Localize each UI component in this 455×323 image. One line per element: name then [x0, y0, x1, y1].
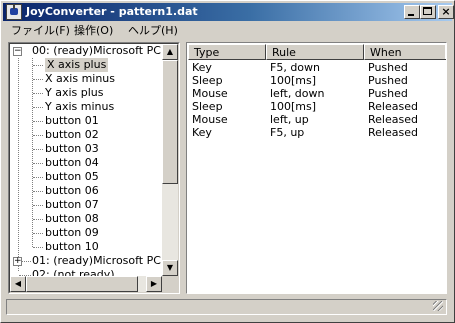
arrow-left-icon: ◀ [14, 279, 22, 288]
menu-bar: ファイル(F) 操作(O) ヘルプ(H) [3, 22, 452, 40]
tree-connector [33, 121, 43, 122]
device-tree-frame: − 00: (ready)Microsoft PC ジ X axis plus X… [9, 43, 179, 293]
maximize-button[interactable] [420, 5, 436, 19]
tree-connector [33, 93, 43, 94]
tree-item-button-04[interactable]: button 04 [45, 156, 99, 170]
menu-operation[interactable]: 操作(O) [74, 24, 113, 38]
tree-item-x-axis-plus[interactable]: X axis plus [45, 58, 109, 72]
tree-item-y-axis-plus[interactable]: Y axis plus [45, 86, 104, 100]
menu-help[interactable]: ヘルプ(H) [128, 24, 178, 38]
joystick-icon[interactable] [6, 4, 22, 20]
cell-type: Sleep [192, 100, 223, 113]
cell-type: Key [192, 126, 212, 139]
close-icon: × [441, 5, 451, 18]
list-item[interactable]: Sleep 100[ms] Pushed [188, 74, 445, 87]
cell-when: Pushed [368, 74, 408, 87]
minimize-button[interactable] [404, 5, 420, 19]
cell-type: Key [192, 61, 212, 74]
tree-item-device-01[interactable]: 01: (ready)Microsoft PC ジ [32, 254, 175, 268]
tree-connector [33, 219, 43, 220]
scroll-down-button[interactable]: ▼ [162, 260, 178, 276]
tree-connector [33, 107, 43, 108]
tree-connector [33, 233, 43, 234]
maximize-icon [423, 7, 432, 15]
close-button[interactable]: × [438, 5, 454, 19]
tree-item-button-10[interactable]: button 10 [45, 240, 99, 254]
tree-item-y-axis-minus[interactable]: Y axis minus [45, 100, 114, 114]
scroll-left-button[interactable]: ◀ [10, 276, 26, 292]
arrow-up-icon: ▲ [166, 47, 174, 56]
cell-rule: left, up [270, 113, 309, 126]
tree-connector [33, 79, 43, 80]
arrow-right-icon: ▶ [150, 279, 158, 288]
list-header: Type Rule When [188, 44, 446, 60]
tree-connector [33, 205, 43, 206]
minimize-icon [408, 14, 414, 16]
status-bar [6, 299, 447, 315]
tree-connector [33, 163, 43, 164]
expander-device-01[interactable]: + [13, 257, 22, 266]
column-header-rule[interactable]: Rule [266, 44, 364, 60]
tree-item-button-06[interactable]: button 06 [45, 184, 99, 198]
tree-item-x-axis-minus[interactable]: X axis minus [45, 72, 115, 86]
tree-item-button-01[interactable]: button 01 [45, 114, 99, 128]
tree-vertical-scrollbar[interactable]: ▲ ▼ [162, 44, 178, 276]
list-item[interactable]: Mouse left, down Pushed [188, 87, 445, 100]
expander-device-00[interactable]: − [13, 47, 22, 56]
title-bar[interactable]: JoyConverter - pattern1.dat × [3, 3, 454, 21]
cell-rule: F5, up [270, 126, 305, 139]
scrollbar-corner [162, 276, 178, 292]
scroll-up-button[interactable]: ▲ [162, 44, 178, 60]
tree-connector [33, 135, 43, 136]
device-tree[interactable]: − 00: (ready)Microsoft PC ジ X axis plus X… [8, 42, 180, 294]
tree-item-button-09[interactable]: button 09 [45, 226, 99, 240]
cell-rule: 100[ms] [270, 100, 317, 113]
cell-type: Mouse [192, 87, 228, 100]
cell-when: Pushed [368, 61, 408, 74]
column-header-when[interactable]: When [364, 44, 446, 60]
tree-item-button-07[interactable]: button 07 [45, 198, 99, 212]
tree-line-root [18, 58, 19, 271]
rule-list[interactable]: Type Rule When Key F5, down Pushed Sleep 100… [186, 42, 447, 294]
list-item[interactable]: Key F5, down Pushed [188, 61, 445, 74]
list-item[interactable]: Sleep 100[ms] Released [188, 100, 445, 113]
arrow-down-icon: ▼ [166, 263, 174, 272]
tree-connector [33, 247, 43, 248]
column-header-type[interactable]: Type [188, 44, 266, 60]
tree-connector [33, 65, 43, 66]
tree-connector [22, 261, 31, 262]
tree-connector [33, 149, 43, 150]
window-title: JoyConverter - pattern1.dat [26, 5, 198, 18]
tree-item-button-02[interactable]: button 02 [45, 128, 99, 142]
cell-when: Released [368, 100, 418, 113]
resize-grip[interactable] [433, 301, 443, 311]
tree-item-button-03[interactable]: button 03 [45, 142, 99, 156]
list-item[interactable]: Key F5, up Released [188, 126, 445, 139]
menu-file[interactable]: ファイル(F) [11, 24, 70, 38]
cell-rule: 100[ms] [270, 74, 317, 87]
cell-when: Released [368, 126, 418, 139]
tree-vertical-thumb[interactable] [162, 60, 178, 184]
tree-connector [33, 191, 43, 192]
tree-item-device-00[interactable]: 00: (ready)Microsoft PC ジ [32, 44, 175, 58]
pane-splitter[interactable] [180, 42, 185, 294]
tree-horizontal-scrollbar[interactable]: ◀ ▶ [10, 276, 162, 292]
cell-rule: left, down [270, 87, 325, 100]
cell-type: Sleep [192, 74, 223, 87]
cell-rule: F5, down [270, 61, 320, 74]
tree-horizontal-thumb[interactable] [26, 276, 138, 292]
tree-item-button-08[interactable]: button 08 [45, 212, 99, 226]
cell-when: Released [368, 113, 418, 126]
tree-connector [33, 177, 43, 178]
list-item[interactable]: Mouse left, up Released [188, 113, 445, 126]
cell-when: Pushed [368, 87, 408, 100]
tree-item-button-05[interactable]: button 05 [45, 170, 99, 184]
scroll-right-button[interactable]: ▶ [146, 276, 162, 292]
cell-type: Mouse [192, 113, 228, 126]
